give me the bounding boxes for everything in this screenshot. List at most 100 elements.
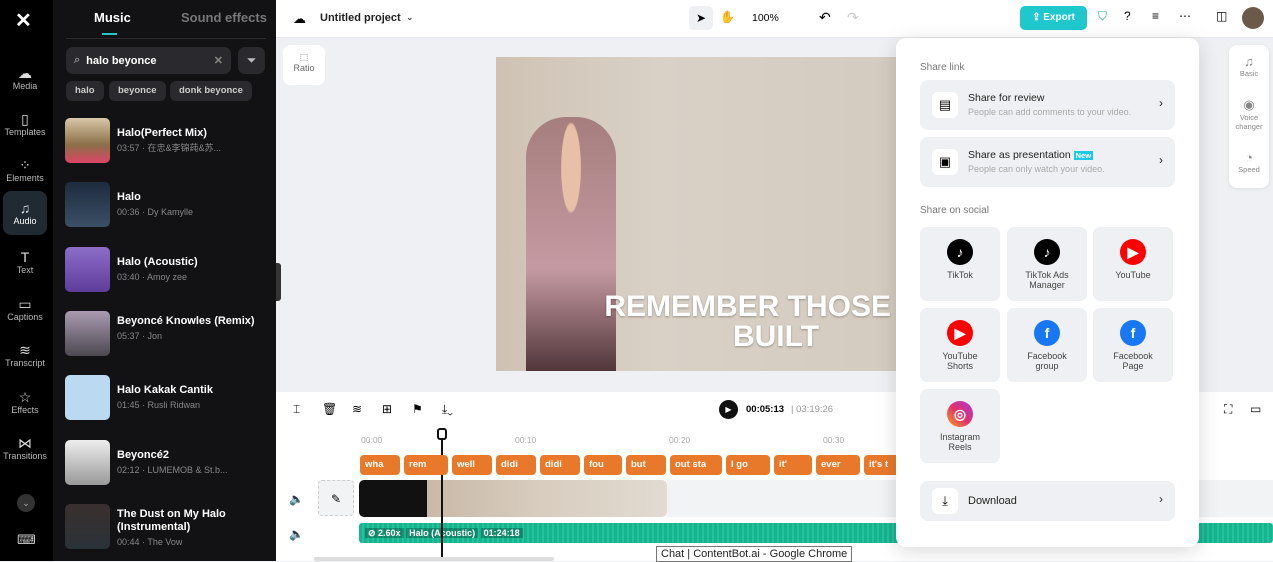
social-facebook-page[interactable]: f Facebook Page [1093,308,1173,382]
rail-elements[interactable]: ⁘ Elements [3,148,47,192]
social-label: Facebook group [1027,351,1067,371]
edit-cover-icon[interactable]: ✎ [318,480,354,516]
tab-music[interactable]: Music [94,10,131,25]
basic-button[interactable]: ♫ Basic [1229,54,1269,78]
search-input[interactable]: ⌕ halo beyonce ✕ [66,47,231,74]
caption-chip[interactable]: wha [360,455,400,475]
caption-chip[interactable]: well [452,455,492,475]
song-item[interactable]: Halo(Perfect Mix) 03:57 · 在忠&李锦莼&苏... [65,118,265,164]
delete-icon[interactable]: 🗑 [322,402,337,416]
chevron-right-icon: › [1159,96,1163,110]
caption-chip[interactable]: didi [540,455,580,475]
play-button[interactable]: ▶ [719,400,738,419]
more-icon[interactable]: ⋯ [1179,9,1191,23]
voice-changer-icon: ◉ [1243,97,1255,112]
right-panel-label: Speed [1238,165,1260,174]
rail-media[interactable]: ☁ Media [3,56,47,100]
redo-icon[interactable]: ↷ [847,9,859,26]
horizontal-scrollbar[interactable] [314,557,554,561]
rail-templates[interactable]: ▯ Templates [3,102,47,146]
caption-chip[interactable]: rem [404,455,448,475]
chip-halo[interactable]: halo [66,81,104,101]
layout-icon[interactable]: ◫ [1216,9,1227,23]
caption-chip[interactable]: fou [584,455,622,475]
social-label: TikTok [947,270,973,280]
help-icon[interactable]: ? [1124,9,1131,23]
divider [66,38,266,39]
zoom-level[interactable]: 100% [752,12,779,24]
flag-icon[interactable]: ⚑ [412,402,423,416]
song-item[interactable]: Beyoncé Knowles (Remix) 05:37 · Jon [65,311,265,361]
screen-icon[interactable]: ▭ [1250,402,1261,416]
instagram-reels-logo-icon: ◎ [947,401,973,427]
caption-chip[interactable]: it' [774,455,812,475]
song-item[interactable]: Halo (Acoustic) 03:40 · Amoy zee [65,247,265,293]
clear-icon[interactable]: ✕ [214,54,223,67]
song-item[interactable]: The Dust on My Halo (Instrumental) 00:44 … [65,504,265,554]
share-for-review-button[interactable]: ▤ Share for review People can add comments… [920,80,1175,130]
social-facebook-group[interactable]: f Facebook group [1007,308,1087,382]
rail-text[interactable]: T Text [3,240,47,284]
download-button[interactable]: ⤓ Download › [920,481,1175,521]
more-chevron-icon[interactable]: ⌄ [17,494,35,512]
rail-audio[interactable]: ♫ Audio [3,191,47,235]
share-social-heading: Share on social [920,205,989,216]
undo-icon[interactable]: ↶ [819,9,831,26]
caption-chip[interactable]: out sta [670,455,722,475]
split-icon[interactable]: ⌶ [293,402,300,417]
caption-chip[interactable]: didi [496,455,536,475]
panel-collapse-handle[interactable] [276,263,281,301]
voice-changer-button[interactable]: ◉ Voice changer [1229,97,1269,131]
fullscreen-icon[interactable]: ⛶ [1224,402,1232,417]
row-subtitle: People can add comments to your video. [968,107,1132,117]
rail-captions[interactable]: ▭ Captions [3,287,47,331]
shield-icon[interactable]: ⛉ [1098,9,1107,24]
share-as-presentation-button[interactable]: ▣ Share as presentation New People can onl… [920,137,1175,187]
facebook-group-logo-icon: f [1034,320,1060,346]
playhead[interactable] [441,428,443,561]
keyboard-icon[interactable]: ⌨ [17,532,36,548]
social-tiktok-ads-manager[interactable]: ♪ TikTok Ads Manager [1007,227,1087,301]
tiktok-ads-manager-logo-icon: ♪ [1034,239,1060,265]
rail-effects[interactable]: ☆ Effects [3,380,47,424]
chip-donk-beyonce[interactable]: donk beyonce [170,81,252,101]
tab-sound-effects[interactable]: Sound effects [181,10,267,25]
right-panel-label: Voice changer [1235,113,1263,131]
select-pointer-icon[interactable]: ➤ [689,6,713,30]
hand-icon[interactable]: ✋ [720,10,735,24]
cloud-save-icon: ☁ [293,11,306,26]
song-meta: 01:45 · Rusli Ridwan [117,400,201,410]
song-item[interactable]: Beyoncé2 02:12 · LUMEMOB & St.b... [65,440,265,486]
video-preview[interactable]: REMEMBER THOSE WABUILT [496,57,900,371]
download-dropdown-icon[interactable]: ⤓⌄ [442,402,453,417]
avatar[interactable] [1242,7,1264,29]
effects-icon: ☆ [18,389,32,405]
rail-transcript[interactable]: ≋ Transcript [3,333,47,377]
caption-chip[interactable]: I go [726,455,770,475]
stack-icon[interactable]: ≡ [1152,9,1159,23]
social-tiktok[interactable]: ♪ TikTok [920,227,1000,301]
song-item[interactable]: Halo 00:36 · Dy Kamylle [65,182,265,228]
project-title[interactable]: Untitled project [320,12,401,24]
filter-button[interactable]: ⏷ [238,47,265,74]
mute-audio-icon[interactable]: 🔈 [289,527,304,541]
social-youtube-shorts[interactable]: ▶ YouTube Shorts [920,308,1000,382]
freeze-icon[interactable]: ⊞ [382,402,392,416]
video-clip[interactable] [359,480,667,517]
auto-caption-icon[interactable]: ≋ [352,402,362,416]
social-instagram-reels[interactable]: ◎ Instagram Reels [920,389,1000,463]
speed-button[interactable]: ◔ Speed [1229,150,1269,174]
chevron-down-icon[interactable]: ⌄ [406,12,414,23]
rail-transitions[interactable]: ⋈ Transitions [3,426,47,470]
export-button[interactable]: ⇪ Export [1020,6,1087,30]
caption-chip[interactable]: but [626,455,666,475]
social-youtube[interactable]: ▶ YouTube [1093,227,1173,301]
song-title: The Dust on My Halo (Instrumental) [117,508,226,533]
chip-beyonce[interactable]: beyonce [109,81,166,101]
ratio-button[interactable]: ⬚ Ratio [283,45,325,85]
playhead-handle[interactable] [437,428,447,440]
song-meta: 03:40 · Amoy zee [117,272,188,282]
caption-chip[interactable]: ever [816,455,860,475]
song-item[interactable]: Halo Kakak Cantik 01:45 · Rusli Ridwan [65,375,265,421]
mute-video-icon[interactable]: 🔈 [289,492,304,506]
